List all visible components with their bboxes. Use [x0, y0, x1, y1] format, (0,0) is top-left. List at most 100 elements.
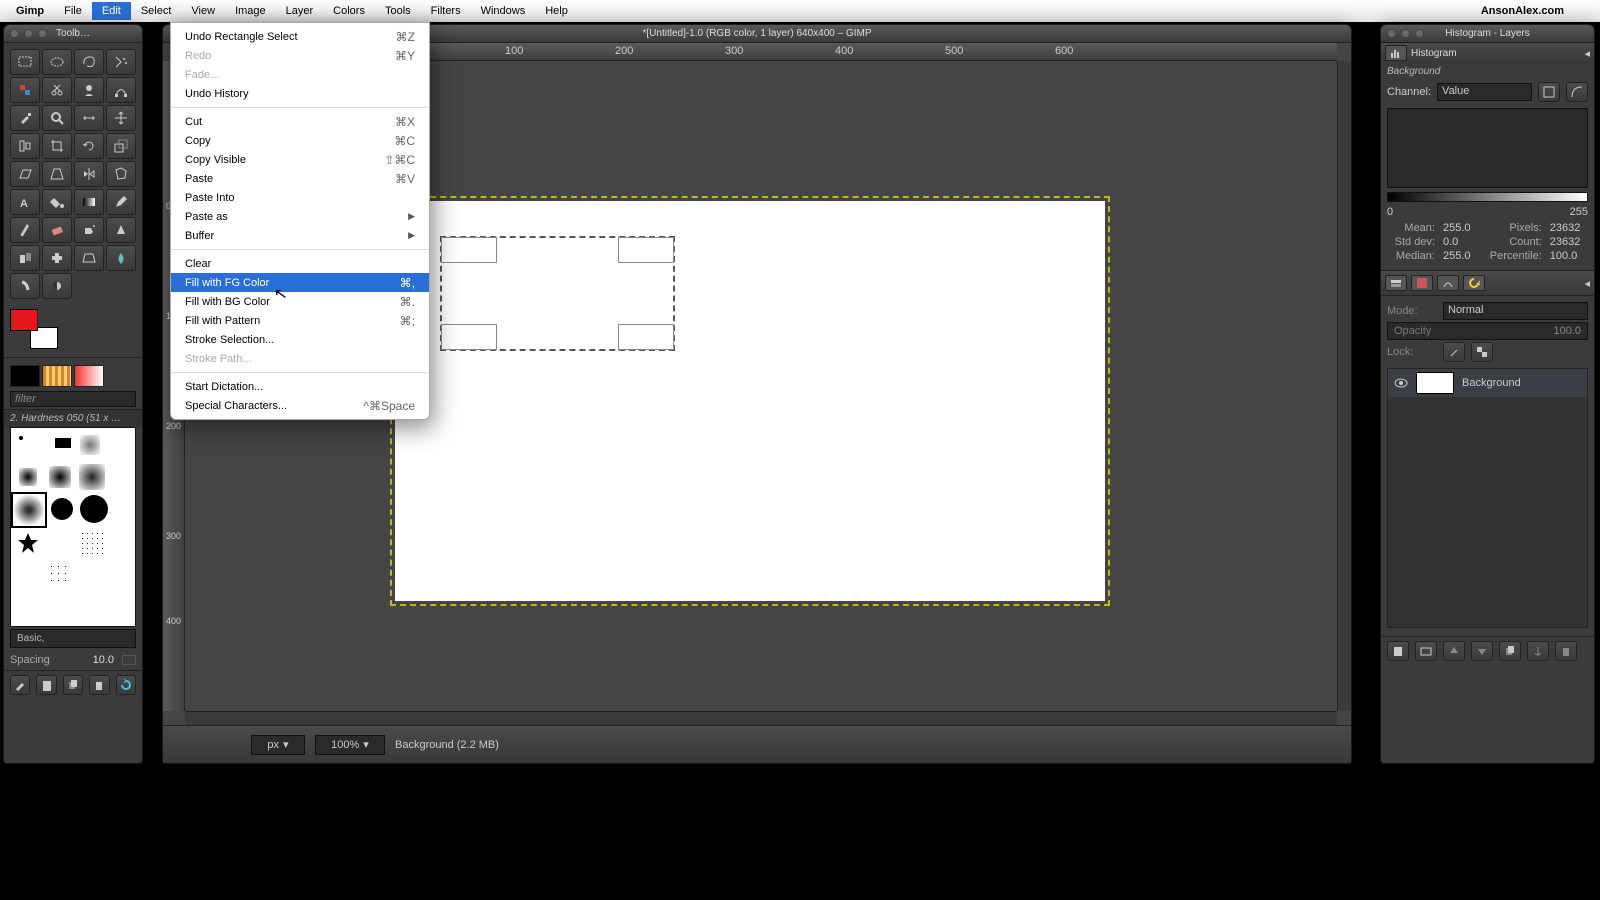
- layers-menu-icon[interactable]: ◂: [1584, 277, 1590, 290]
- menu-edit[interactable]: Edit: [92, 2, 131, 20]
- tool-zoom[interactable]: [42, 105, 72, 131]
- tool-cage[interactable]: [106, 161, 136, 187]
- tool-blend[interactable]: [74, 189, 104, 215]
- pattern-swatch-icon[interactable]: [42, 365, 72, 387]
- histogram-gradient[interactable]: [1387, 192, 1588, 202]
- tool-rotate[interactable]: [74, 133, 104, 159]
- tool-bucket-fill[interactable]: [42, 189, 72, 215]
- menu-item-fill-with-fg-color[interactable]: Fill with FG Color⌘,: [171, 273, 429, 292]
- tab-menu-icon[interactable]: ◂: [1584, 47, 1590, 60]
- right-titlebar[interactable]: Histogram - Layers: [1381, 25, 1594, 43]
- tab-undo[interactable]: [1463, 275, 1485, 291]
- menu-item-fill-with-pattern[interactable]: Fill with Pattern⌘;: [171, 311, 429, 330]
- lock-alpha-button[interactable]: [1471, 342, 1493, 362]
- menu-image[interactable]: Image: [225, 2, 276, 20]
- selection-handle-tl[interactable]: [441, 237, 497, 263]
- tool-perspective-clone[interactable]: [74, 245, 104, 271]
- brush-filter-input[interactable]: filter: [10, 391, 136, 407]
- channel-select[interactable]: Value: [1437, 83, 1532, 101]
- tool-shear[interactable]: [10, 161, 40, 187]
- tool-free-select[interactable]: [74, 49, 104, 75]
- delete-brush-button[interactable]: [89, 675, 109, 695]
- brush-solid-icon[interactable]: [10, 365, 40, 387]
- tool-color-picker[interactable]: [10, 105, 40, 131]
- color-swatches[interactable]: [10, 309, 58, 349]
- tool-heal[interactable]: [42, 245, 72, 271]
- tool-paths[interactable]: [106, 77, 136, 103]
- tool-align[interactable]: [10, 133, 40, 159]
- menu-item-undo-rectangle-select[interactable]: Undo Rectangle Select⌘Z: [171, 27, 429, 46]
- tool-smudge[interactable]: [10, 273, 40, 299]
- tool-text[interactable]: A: [10, 189, 40, 215]
- tool-flip[interactable]: [74, 161, 104, 187]
- tool-pencil[interactable]: [106, 189, 136, 215]
- tool-ink[interactable]: [106, 217, 136, 243]
- tool-airbrush[interactable]: [74, 217, 104, 243]
- eye-icon[interactable]: [1394, 376, 1408, 390]
- raise-layer-button[interactable]: [1443, 641, 1465, 661]
- scrollbar-horizontal[interactable]: [185, 711, 1337, 725]
- tool-fuzzy-select[interactable]: [106, 49, 136, 75]
- menu-item-paste-as[interactable]: Paste as: [171, 207, 429, 226]
- selection-handle-bl[interactable]: [441, 324, 497, 350]
- menu-item-copy-visible[interactable]: Copy Visible⇧⌘C: [171, 150, 429, 169]
- tool-clone[interactable]: [10, 245, 40, 271]
- new-layer-button[interactable]: [1387, 641, 1409, 661]
- menu-tools[interactable]: Tools: [375, 2, 421, 20]
- tab-histogram[interactable]: [1385, 45, 1407, 61]
- menu-item-buffer[interactable]: Buffer: [171, 226, 429, 245]
- tool-perspective[interactable]: [42, 161, 72, 187]
- anchor-layer-button[interactable]: [1527, 641, 1549, 661]
- menu-item-start-dictation[interactable]: Start Dictation...: [171, 377, 429, 396]
- selection-handle-tr[interactable]: [618, 237, 674, 263]
- menu-item-paste[interactable]: Paste⌘V: [171, 169, 429, 188]
- tool-paintbrush[interactable]: [10, 217, 40, 243]
- menu-item-copy[interactable]: Copy⌘C: [171, 131, 429, 150]
- tool-move[interactable]: [106, 105, 136, 131]
- menu-help[interactable]: Help: [535, 2, 578, 20]
- layer-name[interactable]: Background: [1462, 377, 1521, 389]
- tool-scissors[interactable]: [42, 77, 72, 103]
- menu-file[interactable]: File: [54, 2, 92, 20]
- new-group-button[interactable]: [1415, 641, 1437, 661]
- menu-item-fill-with-bg-color[interactable]: Fill with BG Color⌘.: [171, 292, 429, 311]
- tool-measure[interactable]: [74, 105, 104, 131]
- tab-paths[interactable]: [1437, 275, 1459, 291]
- menu-item-clear[interactable]: Clear: [171, 254, 429, 273]
- refresh-brush-button[interactable]: [116, 675, 136, 695]
- menu-item-cut[interactable]: Cut⌘X: [171, 112, 429, 131]
- spacing-row[interactable]: Spacing 10.0: [4, 650, 142, 670]
- menu-view[interactable]: View: [181, 2, 225, 20]
- zoom-selector[interactable]: 100% ▾: [315, 735, 385, 755]
- menu-filters[interactable]: Filters: [421, 2, 471, 20]
- layer-list[interactable]: Background: [1387, 368, 1588, 628]
- new-brush-button[interactable]: [36, 675, 56, 695]
- menu-windows[interactable]: Windows: [471, 2, 536, 20]
- stepper-icon[interactable]: [122, 655, 136, 665]
- tool-rect-select[interactable]: [10, 49, 40, 75]
- duplicate-layer-button[interactable]: [1499, 641, 1521, 661]
- layer-item-background[interactable]: Background: [1388, 369, 1587, 397]
- menu-colors[interactable]: Colors: [323, 2, 375, 20]
- tool-color-select[interactable]: [10, 77, 40, 103]
- menu-layer[interactable]: Layer: [276, 2, 324, 20]
- menu-select[interactable]: Select: [131, 2, 182, 20]
- tool-eraser[interactable]: [42, 217, 72, 243]
- unit-selector[interactable]: px ▾: [251, 735, 305, 755]
- tool-crop[interactable]: [42, 133, 72, 159]
- hist-linear-button[interactable]: [1538, 82, 1560, 102]
- hist-log-button[interactable]: [1566, 82, 1588, 102]
- gradient-swatch-icon[interactable]: [74, 365, 104, 387]
- tool-scale[interactable]: [106, 133, 136, 159]
- scrollbar-vertical[interactable]: [1337, 61, 1351, 711]
- tool-ellipse-select[interactable]: [42, 49, 72, 75]
- menu-item-stroke-selection[interactable]: Stroke Selection...: [171, 330, 429, 349]
- basic-label[interactable]: Basic,: [10, 629, 136, 648]
- tab-channels[interactable]: [1411, 275, 1433, 291]
- tool-dodge-burn[interactable]: [42, 273, 72, 299]
- opacity-value[interactable]: 100.0: [1553, 325, 1581, 337]
- mode-select[interactable]: Normal: [1443, 302, 1588, 320]
- tool-blur[interactable]: [106, 245, 136, 271]
- duplicate-brush-button[interactable]: [63, 675, 83, 695]
- fg-color-swatch[interactable]: [10, 309, 38, 331]
